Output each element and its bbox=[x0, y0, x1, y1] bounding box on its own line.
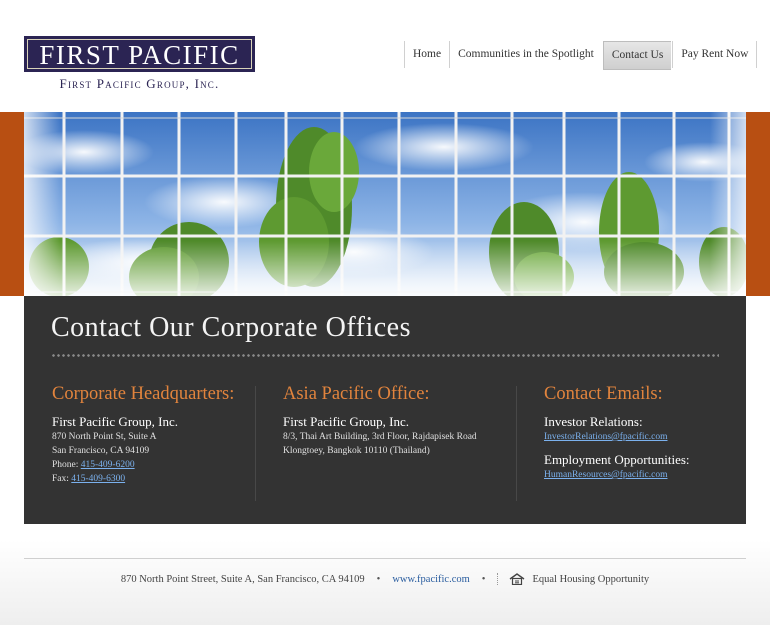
banner-accent-right bbox=[746, 112, 770, 296]
fax-label: Fax: bbox=[52, 474, 69, 484]
page-title: Contact Our Corporate Offices bbox=[51, 312, 411, 343]
asia-company: First Pacific Group, Inc. bbox=[283, 414, 410, 429]
main-nav: Home Communities in the Spotlight Contac… bbox=[404, 41, 758, 70]
footer-bullet: • bbox=[481, 573, 486, 585]
logo-subtitle: First Pacific Group, Inc. bbox=[59, 76, 220, 91]
fax-link[interactable]: 415-409-6300 bbox=[71, 474, 125, 484]
asia-office-column: Asia Pacific Office: First Pacific Group… bbox=[283, 384, 513, 458]
asia-address-1: 8/3, Thai Art Building, 3rd Floor, Rajda… bbox=[283, 432, 477, 442]
equal-housing-text: Equal Housing Opportunity bbox=[532, 573, 650, 585]
phone-link[interactable]: 415-409-6200 bbox=[81, 460, 135, 470]
headquarters-column: Corporate Headquarters: First Pacific Gr… bbox=[52, 384, 252, 486]
dotted-divider bbox=[51, 354, 719, 357]
hr-email-link[interactable]: HumanResources@fpacific.com bbox=[544, 470, 668, 480]
footer-separator bbox=[497, 573, 499, 585]
phone-label: Phone: bbox=[52, 460, 79, 470]
column-divider bbox=[255, 386, 256, 501]
nav-home[interactable]: Home bbox=[404, 41, 449, 68]
asia-address-2: Klongtoey, Bangkok 10110 (Thailand) bbox=[283, 446, 430, 456]
investor-relations-label: Investor Relations: bbox=[544, 414, 643, 429]
headquarters-company: First Pacific Group, Inc. bbox=[52, 414, 179, 429]
contact-panel: Contact Our Corporate Offices Corporate … bbox=[24, 296, 746, 524]
asia-heading: Asia Pacific Office: bbox=[283, 384, 430, 404]
employment-label: Employment Opportunities: bbox=[544, 452, 690, 467]
headquarters-phone: Phone: 415-409-6200 bbox=[52, 458, 252, 472]
equal-housing-icon bbox=[510, 573, 525, 585]
logo-text: FIRST PACIFIC bbox=[24, 36, 255, 72]
footer-divider bbox=[24, 558, 746, 559]
emails-column: Contact Emails: Investor Relations: Inve… bbox=[544, 384, 734, 482]
footer-website-link[interactable]: www.fpacific.com bbox=[392, 574, 469, 585]
headquarters-fax: Fax: 415-409-6300 bbox=[52, 472, 252, 486]
headquarters-heading: Corporate Headquarters: bbox=[52, 384, 235, 404]
emails-heading: Contact Emails: bbox=[544, 384, 663, 404]
footer-address: 870 North Point Street, Suite A, San Fra… bbox=[120, 573, 365, 585]
nav-communities-spotlight[interactable]: Communities in the Spotlight bbox=[449, 41, 602, 68]
nav-contact-us[interactable]: Contact Us bbox=[602, 41, 672, 70]
footer-bullet: • bbox=[376, 573, 381, 585]
banner-accent-left bbox=[0, 112, 24, 296]
headquarters-address-2: San Francisco, CA 94109 bbox=[52, 446, 150, 456]
footer: 870 North Point Street, Suite A, San Fra… bbox=[0, 573, 770, 585]
logo[interactable]: FIRST PACIFIC First Pacific Group, Inc. bbox=[24, 36, 255, 92]
nav-pay-rent-now[interactable]: Pay Rent Now bbox=[672, 41, 758, 68]
investor-relations-email-link[interactable]: InvestorRelations@fpacific.com bbox=[544, 432, 668, 442]
column-divider bbox=[516, 386, 517, 501]
headquarters-address-1: 870 North Point St, Suite A bbox=[52, 432, 157, 442]
banner-image-windows-trees bbox=[24, 112, 746, 296]
